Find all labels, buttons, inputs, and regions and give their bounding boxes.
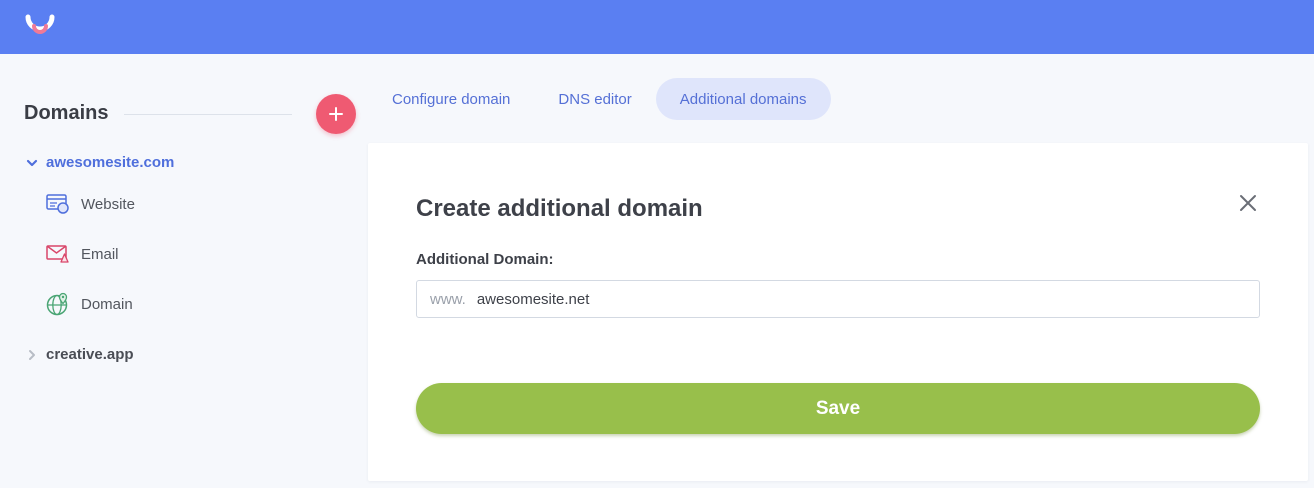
additional-domain-field[interactable]: www. (416, 280, 1260, 318)
additional-domain-label: Additional Domain: (416, 251, 554, 268)
add-domain-button[interactable] (316, 94, 356, 134)
create-domain-card: Create additional domain Additional Doma… (368, 143, 1308, 481)
sidebar-item-label: Domain (81, 295, 133, 313)
globe-icon (46, 292, 70, 316)
top-bar (0, 0, 1314, 54)
tab-additional-domains[interactable]: Additional domains (655, 78, 831, 120)
sidebar-item-domain[interactable]: Domain (46, 292, 133, 316)
sidebar-item-email[interactable]: Email (46, 242, 119, 266)
sidebar-item-website[interactable]: Website (46, 192, 135, 216)
browser-icon (46, 192, 70, 216)
sidebar-title: Domains (24, 102, 109, 124)
tab-bar: Configure domain DNS editor Additional d… (368, 78, 831, 120)
close-icon (1240, 195, 1256, 211)
additional-domain-input[interactable] (476, 290, 1177, 308)
plus-icon (329, 107, 343, 121)
sidebar-item-label: Email (81, 245, 119, 263)
sidebar-divider (124, 114, 292, 115)
domain-name: awesomesite.com (46, 154, 175, 171)
domain-creative-app[interactable]: creative.app (24, 346, 134, 363)
close-button[interactable] (1236, 191, 1260, 215)
sidebar-item-label: Website (81, 195, 135, 213)
save-button[interactable]: Save (416, 383, 1260, 434)
card-title: Create additional domain (416, 195, 703, 222)
tab-configure-domain[interactable]: Configure domain (368, 78, 534, 120)
chevron-down-icon (24, 155, 40, 171)
envelope-icon (46, 242, 70, 266)
domain-awesomesite[interactable]: awesomesite.com (24, 154, 174, 171)
smile-logo-icon[interactable] (24, 10, 56, 42)
domain-name: creative.app (46, 346, 134, 363)
tab-dns-editor[interactable]: DNS editor (534, 78, 655, 120)
chevron-right-icon (24, 347, 40, 363)
www-prefix: www. (430, 290, 466, 308)
